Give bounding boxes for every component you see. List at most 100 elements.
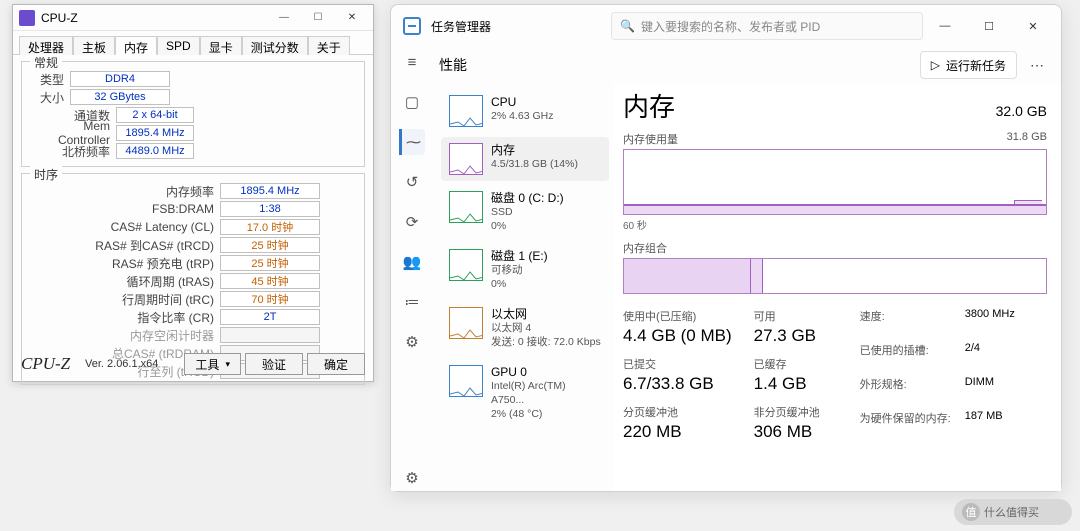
timing-value: 45 时钟 — [220, 273, 320, 289]
task-manager-icon — [403, 17, 421, 35]
users-icon[interactable]: 👥 — [399, 249, 425, 275]
cpuz-tabs: 处理器 主板 内存 SPD 显卡 测试分数 关于 — [13, 31, 373, 55]
timing-value — [220, 327, 320, 343]
slots-value: 2/4 — [965, 342, 1015, 374]
perf-thumb — [449, 95, 483, 127]
tm-maximize-button[interactable]: ☐ — [967, 11, 1011, 41]
type-value: DDR4 — [70, 71, 170, 87]
task-manager-window: 任务管理器 🔍 键入要搜索的名称、发布者或 PID — ☐ ✕ ≡ ▢ ⁓ ↺ … — [390, 4, 1062, 492]
perf-item-sub: 4.5/31.8 GB (14%) — [491, 157, 578, 171]
close-button[interactable]: ✕ — [335, 7, 369, 29]
timing-label: 内存频率 — [90, 183, 220, 200]
cpuz-icon — [19, 10, 35, 26]
avail-label: 可用 — [754, 308, 820, 324]
memory-composition-bar — [623, 258, 1047, 294]
mc-value: 1895.4 MHz — [116, 125, 194, 141]
history-icon[interactable]: ↺ — [399, 169, 425, 195]
perf-thumb — [449, 249, 483, 281]
tab-cpu[interactable]: 处理器 — [19, 36, 73, 55]
run-icon: ▷ — [931, 58, 940, 72]
watermark: 值 什么值得买 — [954, 499, 1072, 525]
tm-titlebar[interactable]: 任务管理器 🔍 键入要搜索的名称、发布者或 PID — ☐ ✕ — [391, 5, 1061, 47]
form-label: 外形规格: — [860, 376, 951, 408]
detail-heading: 内存 — [623, 87, 996, 124]
tab-about[interactable]: 关于 — [308, 36, 350, 55]
ok-button[interactable]: 确定 — [307, 353, 365, 375]
perf-item-0[interactable]: CPU2% 4.63 GHz — [441, 89, 609, 133]
minimize-button[interactable]: — — [267, 7, 301, 29]
timing-label: FSB:DRAM — [90, 202, 220, 216]
perf-item-4[interactable]: 以太网以太网 4发送: 0 接收: 72.0 Kbps — [441, 301, 609, 355]
timing-value: 25 时钟 — [220, 255, 320, 271]
perf-thumb — [449, 191, 483, 223]
header-bar: 性能 ▷ 运行新任务 ⋯ — [433, 47, 1061, 83]
tm-minimize-button[interactable]: — — [923, 11, 967, 41]
channels-value: 2 x 64-bit — [116, 107, 194, 123]
more-options-button[interactable]: ⋯ — [1023, 51, 1051, 79]
tab-mainboard[interactable]: 主板 — [73, 36, 115, 55]
settings-icon[interactable]: ⚙ — [399, 465, 425, 491]
cpuz-title: CPU-Z — [41, 11, 267, 25]
search-icon: 🔍 — [620, 19, 635, 33]
perf-item-sub2: 0% — [491, 219, 564, 233]
perf-item-sub: 2% 4.63 GHz — [491, 109, 553, 123]
performance-icon[interactable]: ⁓ — [399, 129, 425, 155]
nav-rail: ≡ ▢ ⁓ ↺ ⟳ 👥 ≔ ⚙ ⚙ — [391, 47, 433, 491]
perf-thumb — [449, 143, 483, 175]
startup-icon[interactable]: ⟳ — [399, 209, 425, 235]
tab-spd[interactable]: SPD — [157, 36, 200, 55]
tab-graphics[interactable]: 显卡 — [200, 36, 242, 55]
tools-button[interactable]: 工具 — [184, 353, 241, 375]
timing-label: 指令比率 (CR) — [90, 309, 220, 326]
slots-label: 已使用的插槽: — [860, 342, 951, 374]
perf-item-sub2: 0% — [491, 277, 548, 291]
timing-label: 行周期时间 (tRC) — [90, 291, 220, 308]
timing-value: 25 时钟 — [220, 237, 320, 253]
perf-item-title: GPU 0 — [491, 365, 601, 379]
perf-item-3[interactable]: 磁盘 1 (E:)可移动0% — [441, 243, 609, 297]
perf-item-1[interactable]: 内存4.5/31.8 GB (14%) — [441, 137, 609, 181]
timing-value: 2T — [220, 309, 320, 325]
perf-item-sub: Intel(R) Arc(TM) A750... — [491, 379, 601, 407]
perf-item-sub: 以太网 4 — [491, 321, 601, 335]
search-placeholder: 键入要搜索的名称、发布者或 PID — [641, 18, 820, 35]
hamburger-icon[interactable]: ≡ — [399, 49, 425, 75]
perf-item-title: 磁盘 1 (E:) — [491, 249, 548, 263]
perf-item-2[interactable]: 磁盘 0 (C: D:)SSD0% — [441, 185, 609, 239]
general-group: 常规 类型DDR4 大小32 GBytes 通道数2 x 64-bit Mem … — [21, 61, 365, 167]
perf-item-5[interactable]: GPU 0Intel(R) Arc(TM) A750...2% (48 °C) — [441, 359, 609, 427]
avail-value: 27.3 GB — [754, 326, 820, 346]
details-icon[interactable]: ≔ — [399, 289, 425, 315]
run-new-task-button[interactable]: ▷ 运行新任务 — [920, 51, 1017, 79]
type-label: 类型 — [30, 71, 70, 88]
paged-label: 分页缓冲池 — [623, 404, 732, 420]
cpuz-brand: CPU-Z — [21, 354, 81, 374]
cached-value: 1.4 GB — [754, 374, 820, 394]
tm-close-button[interactable]: ✕ — [1011, 11, 1055, 41]
perf-item-title: 内存 — [491, 143, 578, 157]
paged-value: 220 MB — [623, 422, 732, 442]
watermark-icon: 值 — [962, 503, 980, 521]
timing-label: 循环周期 (tRAS) — [90, 273, 220, 290]
nb-value: 4489.0 MHz — [116, 143, 194, 159]
perf-list: CPU2% 4.63 GHz内存4.5/31.8 GB (14%)磁盘 0 (C… — [433, 83, 613, 491]
reserved-value: 187 MB — [965, 410, 1015, 442]
memory-usage-graph — [623, 149, 1047, 215]
perf-thumb — [449, 307, 483, 339]
cpuz-window: CPU-Z — ☐ ✕ 处理器 主板 内存 SPD 显卡 测试分数 关于 常规 … — [12, 4, 374, 382]
nb-label: 北桥频率 — [30, 143, 116, 160]
validate-button[interactable]: 验证 — [245, 353, 303, 375]
tab-memory[interactable]: 内存 — [115, 36, 157, 55]
timing-value: 70 时钟 — [220, 291, 320, 307]
maximize-button[interactable]: ☐ — [301, 7, 335, 29]
cpuz-version: Ver. 2.06.1.x64 — [85, 358, 180, 370]
search-input[interactable]: 🔍 键入要搜索的名称、发布者或 PID — [611, 12, 923, 40]
timing-value: 1895.4 MHz — [220, 183, 320, 199]
perf-item-title: 磁盘 0 (C: D:) — [491, 191, 564, 205]
services-icon[interactable]: ⚙ — [399, 329, 425, 355]
tab-bench[interactable]: 测试分数 — [242, 36, 308, 55]
cpuz-titlebar[interactable]: CPU-Z — ☐ ✕ — [13, 5, 373, 31]
processes-icon[interactable]: ▢ — [399, 89, 425, 115]
timing-label: RAS# 预充电 (tRP) — [90, 255, 220, 272]
perf-item-title: 以太网 — [491, 307, 601, 321]
